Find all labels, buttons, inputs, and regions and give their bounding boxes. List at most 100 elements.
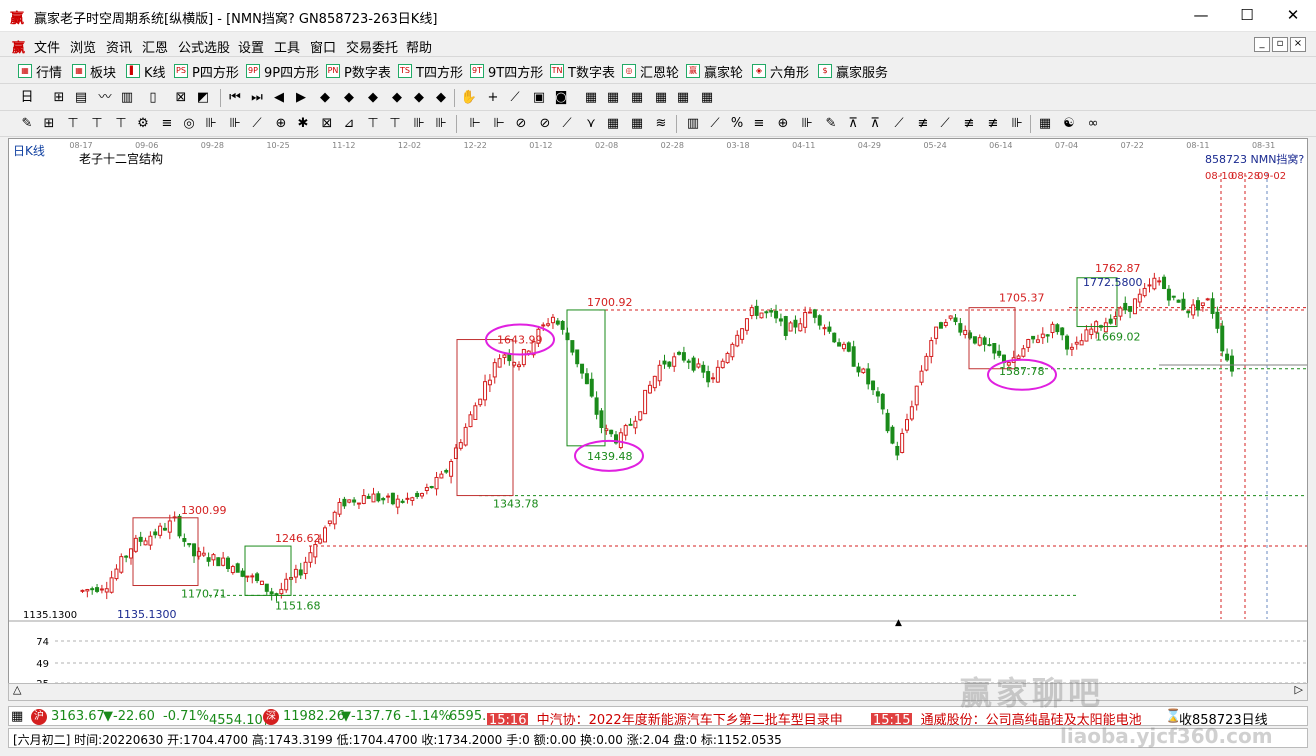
pen-icon[interactable]: ✎ (18, 115, 36, 133)
mdi-close-button[interactable]: × (1290, 37, 1306, 52)
tool-icon-24[interactable]: ⟋ (558, 115, 576, 133)
percent-icon[interactable]: % (728, 115, 746, 133)
circle-tool-icon[interactable]: ◎ (180, 115, 198, 133)
toolbar-9p-square-button[interactable]: 9P 9P四方形 (246, 62, 319, 81)
diamond-icon-5[interactable]: ◆ (410, 89, 428, 107)
tool-icon-18[interactable]: ⊪ (410, 115, 428, 133)
tool-icon-37[interactable]: ⊼ (866, 115, 884, 133)
tool-icon-10[interactable]: ⊪ (226, 115, 244, 133)
tool-icon-30[interactable]: ⟋ (706, 115, 724, 133)
yin-yang-icon[interactable]: ☯ (1060, 115, 1078, 133)
menu-tools[interactable]: 工具 (274, 37, 300, 56)
hand-icon[interactable]: ✋ (460, 89, 478, 107)
calc-icon[interactable]: ▦ (604, 89, 622, 107)
tool-icon-5[interactable]: ⊤ (112, 115, 130, 133)
menu-info[interactable]: 资讯 (106, 37, 132, 56)
line-icon[interactable]: ⟋ (506, 89, 524, 107)
first-icon[interactable]: ⏮ (226, 89, 244, 107)
tool-icon-44[interactable]: ▦ (1036, 115, 1054, 133)
tool-icon-40[interactable]: ⟋ (936, 115, 954, 133)
toolbar-p-table-button[interactable]: PN P数字表 (326, 62, 391, 81)
tool-icon-38[interactable]: ⟋ (890, 115, 908, 133)
save-icon[interactable]: ▦ (652, 89, 670, 107)
tool-icon-39[interactable]: ≢ (914, 115, 932, 133)
grid-icon[interactable]: ⊞ (50, 89, 68, 107)
news-ticker[interactable]: 15:16 中汽协：2022年度新能源汽车下乡第二批车型目录申 (487, 709, 867, 725)
print-icon[interactable]: ▦ (674, 89, 692, 107)
table-icon[interactable]: ▦ (628, 89, 646, 107)
tool-icon-34[interactable]: ⊪ (798, 115, 816, 133)
kline-chart[interactable]: 日K线老子十二宫结构 858723 NMN挡窝? 08-17 09-06 09-28 10… (9, 139, 1307, 684)
maximize-button[interactable]: ☐ (1224, 0, 1270, 32)
toolbar-hexagon-button[interactable]: ◈ 六角形 (752, 62, 809, 81)
tool-icon-14[interactable]: ⊠ (318, 115, 336, 133)
tool-icon-43[interactable]: ⊪ (1008, 115, 1026, 133)
list-icon[interactable]: ▤ (72, 89, 90, 107)
tool-icon-35[interactable]: ✎ (822, 115, 840, 133)
status-grid-icon[interactable]: ▦ (11, 709, 23, 724)
toolbar-winner-wheel-button[interactable]: 赢赢家轮 (686, 62, 743, 81)
tool-icon-19[interactable]: ⊪ (432, 115, 450, 133)
tool-icon-12[interactable]: ⊕ (272, 115, 290, 133)
toolbar-p-square-button[interactable]: PS P四方形 (174, 62, 239, 81)
tool-icon-2[interactable]: ⊞ (40, 115, 58, 133)
chart-icon[interactable]: ◩ (194, 89, 212, 107)
menu-help[interactable]: 帮助 (406, 37, 432, 56)
tool-icon-29[interactable]: ▥ (684, 115, 702, 133)
menu-settings[interactable]: 设置 (238, 37, 264, 56)
scroll-right-icon[interactable]: ▷ (1295, 683, 1303, 696)
tool-icon-42[interactable]: ≢ (984, 115, 1002, 133)
mdi-restore-button[interactable]: ▫ (1272, 37, 1288, 52)
tool-icon-23[interactable]: ⊘ (536, 115, 554, 133)
toolbar-sector-button[interactable]: ▦ 板块 (72, 62, 116, 81)
tool-icon-22[interactable]: ⊘ (512, 115, 530, 133)
prev-icon[interactable]: ◀ (270, 89, 288, 107)
scroll-left-icon[interactable]: △ (13, 683, 21, 696)
tool-icon-41[interactable]: ≢ (960, 115, 978, 133)
last-icon[interactable]: ⏭ (248, 89, 266, 107)
minimize-button[interactable]: — (1178, 0, 1224, 32)
period-day-icon[interactable]: 日 (18, 89, 36, 107)
calendar-icon[interactable]: ▦ (582, 89, 600, 107)
tool-icon-20[interactable]: ⊩ (466, 115, 484, 133)
kline-chart-panel[interactable]: 日K线 老子十二宫结构 858723 NMN挡窝? 08-17 09-06 09-28 10… (8, 138, 1308, 698)
wave-icon[interactable]: 〰 (96, 89, 114, 107)
tool-icon-25[interactable]: ⋎ (582, 115, 600, 133)
toolbar-service-button[interactable]: $ 赢家服务 (818, 62, 888, 81)
menu-trade[interactable]: 交易委托 (346, 37, 398, 56)
tool-icon-11[interactable]: ⟋ (248, 115, 266, 133)
tool-icon-26[interactable]: ▦ (604, 115, 622, 133)
toolbar-t-table-button[interactable]: TN T数字表 (550, 62, 615, 81)
tool-icon-13[interactable]: ✱ (294, 115, 312, 133)
gift-icon[interactable]: ▣ (530, 89, 548, 107)
brain-icon[interactable]: ◙ (552, 89, 570, 107)
close-button[interactable]: ✕ (1270, 0, 1316, 32)
tool-icon-33[interactable]: ⊕ (774, 115, 792, 133)
tool-icon-27[interactable]: ▦ (628, 115, 646, 133)
news1-text[interactable]: 中汽协：2022年度新能源汽车下乡第二批车型目录申 (537, 713, 843, 725)
toolbar-t-square-button[interactable]: TS T四方形 (398, 62, 463, 81)
toolbar-quotes-button[interactable]: ▦ 行情 (18, 62, 62, 81)
diamond-icon-4[interactable]: ◆ (388, 89, 406, 107)
export-icon[interactable]: ▦ (698, 89, 716, 107)
tool-icon-36[interactable]: ⊼ (844, 115, 862, 133)
horizontal-scrollbar[interactable]: △ ▷ (8, 683, 1308, 701)
candle-icon[interactable]: ▯ (144, 89, 162, 107)
mdi-minimize-button[interactable]: _ (1254, 37, 1270, 52)
toolbar-huien-wheel-button[interactable]: ◎ 汇恩轮 (622, 62, 679, 81)
menu-window[interactable]: 窗口 (310, 37, 336, 56)
bar-icon[interactable]: ▥ (118, 89, 136, 107)
toolbar-kline-button[interactable]: ▌ K线 (126, 62, 166, 81)
diamond-icon-3[interactable]: ◆ (364, 89, 382, 107)
tool-icon-7[interactable]: ≡ (158, 115, 176, 133)
menu-browse[interactable]: 浏览 (70, 37, 96, 56)
menu-formula[interactable]: 公式选股 (178, 37, 230, 56)
tool-icon-28[interactable]: ≋ (652, 115, 670, 133)
tool-icon-16[interactable]: ⊤ (364, 115, 382, 133)
menu-file[interactable]: 文件 (34, 37, 60, 56)
tool-icon-21[interactable]: ⊩ (490, 115, 508, 133)
tool-icon-9[interactable]: ⊪ (202, 115, 220, 133)
tool-icon-17[interactable]: ⊤ (386, 115, 404, 133)
diamond-icon-2[interactable]: ◆ (340, 89, 358, 107)
tool-icon-15[interactable]: ⊿ (340, 115, 358, 133)
